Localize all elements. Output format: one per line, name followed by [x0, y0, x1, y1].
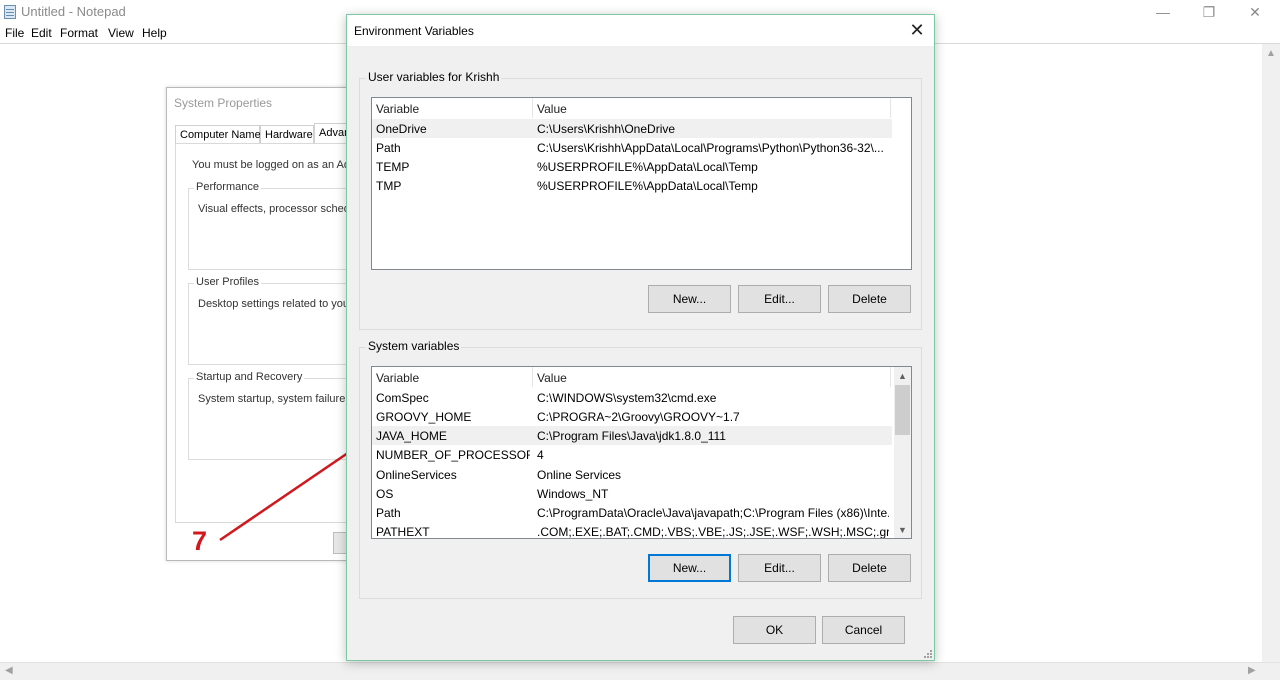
table-row[interactable]: OneDrive C:\Users\Krishh\OneDrive — [372, 119, 892, 138]
chevron-up-icon[interactable]: ▲ — [894, 367, 911, 384]
variable-name: TEMP — [376, 160, 410, 174]
variable-name: GROOVY_HOME — [376, 410, 472, 424]
user-variables-label: User variables for Krishh — [366, 70, 502, 84]
table-row[interactable]: GROOVY_HOME C:\PROGRA~2\Groovy\GROOVY~1.… — [372, 407, 892, 426]
advanced-tab-panel: You must be logged on as an Ad Performan… — [175, 143, 368, 523]
system-variables-scrollbar[interactable]: ▲ ▼ — [894, 367, 911, 538]
column-header-value[interactable]: Value — [533, 367, 891, 387]
column-header-variable[interactable]: Variable — [372, 98, 533, 118]
user-edit-button[interactable]: Edit... — [738, 285, 821, 313]
notepad-vertical-scrollbar[interactable]: ▲ — [1262, 44, 1280, 662]
scroll-left-icon[interactable]: ◀ — [5, 665, 13, 676]
variable-name: TMP — [376, 179, 402, 193]
user-new-button[interactable]: New... — [648, 285, 731, 313]
table-row[interactable]: OS Windows_NT — [372, 484, 892, 503]
table-row[interactable]: JAVA_HOME C:\Program Files\Java\jdk1.8.0… — [372, 426, 892, 445]
variable-value: C:\ProgramData\Oracle\Java\javapath;C:\P… — [537, 506, 889, 520]
notepad-icon — [4, 5, 16, 19]
dialog-title: Environment Variables — [354, 24, 474, 38]
resize-grip-icon[interactable] — [922, 648, 932, 658]
menu-format[interactable]: Format — [60, 26, 98, 40]
table-row[interactable]: Path C:\Users\Krishh\AppData\Local\Progr… — [372, 138, 892, 157]
table-row[interactable]: PATHEXT .COM;.EXE;.BAT;.CMD;.VBS;.VBE;.J… — [372, 522, 892, 539]
menu-help[interactable]: Help — [142, 26, 167, 40]
close-button[interactable]: ✕ — [1232, 0, 1278, 24]
table-row[interactable]: Path C:\ProgramData\Oracle\Java\javapath… — [372, 503, 892, 522]
variable-name: Path — [376, 141, 401, 155]
notepad-title: Untitled - Notepad — [21, 4, 126, 19]
scroll-up-icon[interactable]: ▲ — [1266, 48, 1276, 59]
startup-recovery-label: Startup and Recovery — [194, 371, 305, 383]
variable-value: C:\Users\Krishh\AppData\Local\Programs\P… — [537, 141, 884, 155]
annotation-step-number: 7 — [192, 526, 208, 556]
system-variables-group: System variables Variable Value ComSpec … — [359, 339, 922, 599]
table-row[interactable]: TMP %USERPROFILE%\AppData\Local\Temp — [372, 176, 892, 195]
variable-value: Online Services — [537, 468, 622, 482]
column-header-value[interactable]: Value — [533, 98, 891, 118]
startup-recovery-group: Startup and Recovery System startup, sys… — [188, 371, 368, 460]
variable-value: %USERPROFILE%\AppData\Local\Temp — [537, 179, 758, 193]
minimize-button[interactable]: — — [1140, 0, 1186, 24]
variable-value: C:\Users\Krishh\OneDrive — [537, 122, 676, 136]
variable-value: C:\Program Files\Java\jdk1.8.0_111 — [537, 429, 726, 443]
ok-button[interactable]: OK — [733, 616, 816, 644]
system-variables-list[interactable]: Variable Value ComSpec C:\WINDOWS\system… — [371, 366, 912, 539]
variable-value: C:\PROGRA~2\Groovy\GROOVY~1.7 — [537, 410, 740, 424]
dialog-titlebar: Environment Variables ✕ — [347, 15, 934, 46]
chevron-down-icon[interactable]: ▼ — [894, 521, 911, 538]
variable-name: ComSpec — [376, 391, 429, 405]
table-row[interactable]: ComSpec C:\WINDOWS\system32\cmd.exe — [372, 388, 892, 407]
performance-text: Visual effects, processor sched — [198, 203, 350, 215]
variable-name: Path — [376, 506, 401, 520]
variable-name: OS — [376, 487, 394, 501]
menu-file[interactable]: File — [5, 26, 24, 40]
variable-value: C:\WINDOWS\system32\cmd.exe — [537, 391, 717, 405]
environment-variables-dialog: Environment Variables ✕ User variables f… — [346, 14, 935, 661]
variable-value: 4 — [537, 448, 544, 462]
performance-label: Performance — [194, 181, 261, 193]
performance-group: Performance Visual effects, processor sc… — [188, 181, 368, 270]
table-row[interactable]: OnlineServices Online Services — [372, 465, 892, 484]
variable-name: JAVA_HOME — [376, 429, 447, 443]
variable-name: NUMBER_OF_PROCESSORS — [376, 448, 530, 462]
list-header: Variable Value — [372, 367, 911, 387]
maximize-button[interactable]: ❐ — [1186, 0, 1232, 24]
variable-name: OnlineServices — [376, 468, 457, 482]
variable-value: .COM;.EXE;.BAT;.CMD;.VBS;.VBE;.JS;.JSE;.… — [537, 525, 889, 539]
system-variables-label: System variables — [366, 339, 462, 353]
variable-name: OneDrive — [376, 122, 427, 136]
notepad-horizontal-scrollbar[interactable]: ◀ ▶ — [0, 662, 1280, 680]
user-variables-group: User variables for Krishh Variable Value… — [359, 70, 922, 330]
system-new-button[interactable]: New... — [648, 554, 731, 582]
variable-name: PATHEXT — [376, 525, 430, 539]
menu-view[interactable]: View — [108, 26, 134, 40]
user-profiles-group: User Profiles Desktop settings related t… — [188, 276, 368, 365]
scroll-right-icon[interactable]: ▶ — [1248, 665, 1256, 676]
close-icon[interactable]: ✕ — [900, 15, 934, 46]
user-profiles-label: User Profiles — [194, 276, 261, 288]
menu-edit[interactable]: Edit — [31, 26, 52, 40]
column-header-variable[interactable]: Variable — [372, 367, 533, 387]
system-delete-button[interactable]: Delete — [828, 554, 911, 582]
system-properties-title: System Properties — [174, 96, 273, 110]
user-delete-button[interactable]: Delete — [828, 285, 911, 313]
list-header: Variable Value — [372, 98, 911, 118]
startup-recovery-text: System startup, system failure, a — [198, 393, 358, 405]
cancel-button[interactable]: Cancel — [822, 616, 905, 644]
scrollbar-thumb[interactable] — [895, 385, 910, 435]
variable-value: %USERPROFILE%\AppData\Local\Temp — [537, 160, 758, 174]
system-edit-button[interactable]: Edit... — [738, 554, 821, 582]
user-profiles-text: Desktop settings related to your — [198, 298, 353, 310]
table-row[interactable]: TEMP %USERPROFILE%\AppData\Local\Temp — [372, 157, 892, 176]
tab-computer-name[interactable]: Computer Name — [175, 125, 261, 144]
system-properties-dialog: System Properties Computer Name Hardware… — [166, 87, 368, 561]
variable-value: Windows_NT — [537, 487, 609, 501]
user-variables-list[interactable]: Variable Value OneDrive C:\Users\Krishh\… — [371, 97, 912, 270]
table-row[interactable]: NUMBER_OF_PROCESSORS 4 — [372, 445, 892, 464]
admin-note: You must be logged on as an Ad — [192, 159, 350, 171]
tab-hardware[interactable]: Hardware — [260, 125, 314, 144]
